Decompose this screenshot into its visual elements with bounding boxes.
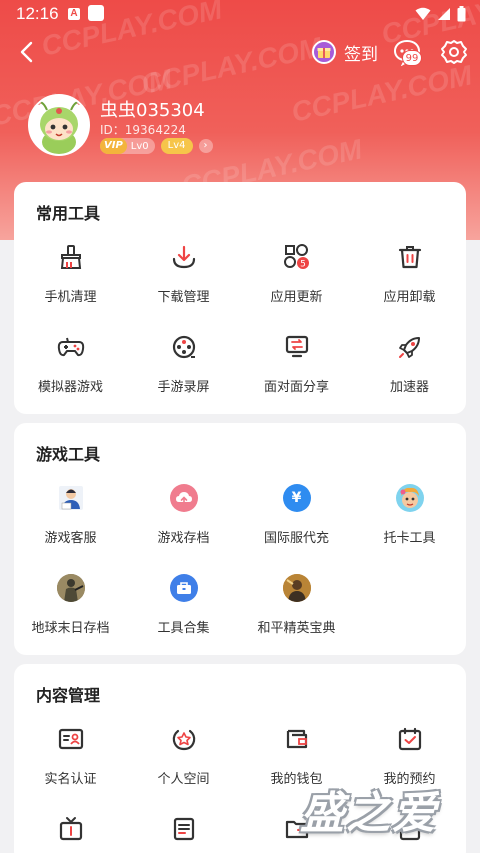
site-logo-watermark: 盛之爱 xyxy=(300,788,438,839)
toolbox-icon xyxy=(169,573,199,603)
tool-game-archive[interactable]: 游戏存档 xyxy=(127,473,240,563)
status-time: 12:16 xyxy=(16,4,59,23)
section-title: 常用工具 xyxy=(36,204,101,223)
wallet-icon xyxy=(282,724,312,754)
signin-label: 签到 xyxy=(344,44,378,65)
tool-toolbox[interactable]: 工具合集 xyxy=(127,563,240,653)
signal-icon xyxy=(438,8,450,20)
tv-icon xyxy=(56,814,86,844)
avatar[interactable] xyxy=(28,94,90,156)
tool-screen-record[interactable]: 手游录屏 xyxy=(127,322,240,412)
yen-icon: ¥ xyxy=(282,483,312,513)
tool-label: 我的预约 xyxy=(383,772,436,787)
tool-real-name[interactable]: 实名认证 xyxy=(14,714,127,804)
tool-app-uninstall[interactable]: 应用卸载 xyxy=(353,232,466,322)
tool-label: 实名认证 xyxy=(44,772,97,787)
game-tools-card: 游戏工具 游戏客服 游戏存档 ¥ 国际服代充 托卡工具 地球末日存档 工具合集 … xyxy=(14,423,466,655)
vip-badge: VIP Lv0 xyxy=(100,138,155,154)
bug-mascot-icon xyxy=(30,96,88,154)
user-id: ID：19364224 xyxy=(100,123,186,137)
tool-label: 加速器 xyxy=(389,380,429,395)
settings-gear-icon[interactable] xyxy=(440,38,468,66)
tool-tv[interactable] xyxy=(14,804,127,853)
vip-tag: VIP xyxy=(100,138,127,154)
username: 虫虫035304 xyxy=(100,100,205,121)
section-title: 内容管理 xyxy=(36,686,101,705)
signin-button[interactable]: 签到 xyxy=(312,38,378,66)
tool-personal-space[interactable]: 个人空间 xyxy=(127,714,240,804)
tool-game-service[interactable]: 游戏客服 xyxy=(14,473,127,563)
tool-label: 手机清理 xyxy=(44,290,97,305)
status-bar: 12:16 A xyxy=(0,0,480,28)
tool-label: 和平精英宝典 xyxy=(257,621,336,636)
section-title: 游戏工具 xyxy=(36,445,101,464)
calendar-check-icon xyxy=(395,724,425,754)
tool-label: 游戏客服 xyxy=(44,531,97,546)
wifi-icon xyxy=(415,7,431,20)
user-badges[interactable]: VIP Lv0 Lv4 › xyxy=(100,138,213,154)
tool-label: 工具合集 xyxy=(157,621,210,636)
tool-label: 面对面分享 xyxy=(263,380,329,395)
download-icon xyxy=(169,242,199,272)
tool-label: 应用更新 xyxy=(270,290,323,305)
watermark: CCPLAY.COM xyxy=(288,59,475,128)
record-icon xyxy=(169,332,199,362)
tool-intl-recharge[interactable]: ¥ 国际服代充 xyxy=(240,473,353,563)
id-card-icon xyxy=(56,724,86,754)
cloud-upload-icon xyxy=(169,483,199,513)
tool-phone-clean[interactable]: 手机清理 xyxy=(14,232,127,322)
tool-label: 我的钱包 xyxy=(270,772,323,787)
tool-label: 个人空间 xyxy=(157,772,210,787)
tool-app-update[interactable]: 5 应用更新 xyxy=(240,232,353,322)
tool-emulator-games[interactable]: 模拟器游戏 xyxy=(14,322,127,412)
survival-game-icon xyxy=(56,573,86,603)
tool-label: 手游录屏 xyxy=(157,380,210,395)
tool-label: 模拟器游戏 xyxy=(37,380,103,395)
gamepad-icon xyxy=(56,332,86,362)
tool-label: 下载管理 xyxy=(157,290,210,305)
chevron-right-icon: › xyxy=(198,139,213,153)
tool-label: 应用卸载 xyxy=(383,290,436,305)
battery-icon xyxy=(457,6,466,22)
common-tools-card: 常用工具 手机清理 下载管理 5 应用更新 应用卸载 模拟器游戏 手游录屏 面对… xyxy=(14,182,466,414)
broom-icon xyxy=(56,242,86,272)
tool-label: 游戏存档 xyxy=(157,531,210,546)
vip-level: Lv0 xyxy=(130,140,149,152)
notification-square-icon xyxy=(88,5,104,21)
apps-update-icon: 5 xyxy=(282,242,312,272)
customer-service-icon xyxy=(56,483,86,513)
tool-label: 地球末日存档 xyxy=(31,621,110,636)
peace-elite-icon xyxy=(282,573,312,603)
back-arrow-icon[interactable] xyxy=(14,38,42,66)
gift-icon xyxy=(312,40,336,64)
tool-peace-elite[interactable]: 和平精英宝典 xyxy=(240,563,353,653)
tool-earth-doomsday[interactable]: 地球末日存档 xyxy=(14,563,127,653)
rocket-icon xyxy=(395,332,425,362)
tool-download-manager[interactable]: 下载管理 xyxy=(127,232,240,322)
tool-label: 托卡工具 xyxy=(383,531,436,546)
tool-face-share[interactable]: 面对面分享 xyxy=(240,322,353,412)
notification-icon: A xyxy=(68,8,80,20)
star-badge-icon xyxy=(169,724,199,754)
tool-document[interactable] xyxy=(127,804,240,853)
toca-avatar-icon xyxy=(395,483,425,513)
tool-toca[interactable]: 托卡工具 xyxy=(353,473,466,563)
update-count-badge: 5 xyxy=(300,260,306,270)
tool-accelerator[interactable]: 加速器 xyxy=(353,322,466,412)
share-transfer-icon xyxy=(282,332,312,362)
level-badge: Lv4 xyxy=(160,138,193,154)
tool-label: 国际服代充 xyxy=(263,531,329,546)
message-count-badge: 99 xyxy=(402,50,422,66)
document-icon xyxy=(169,814,199,844)
trash-icon xyxy=(395,242,425,272)
